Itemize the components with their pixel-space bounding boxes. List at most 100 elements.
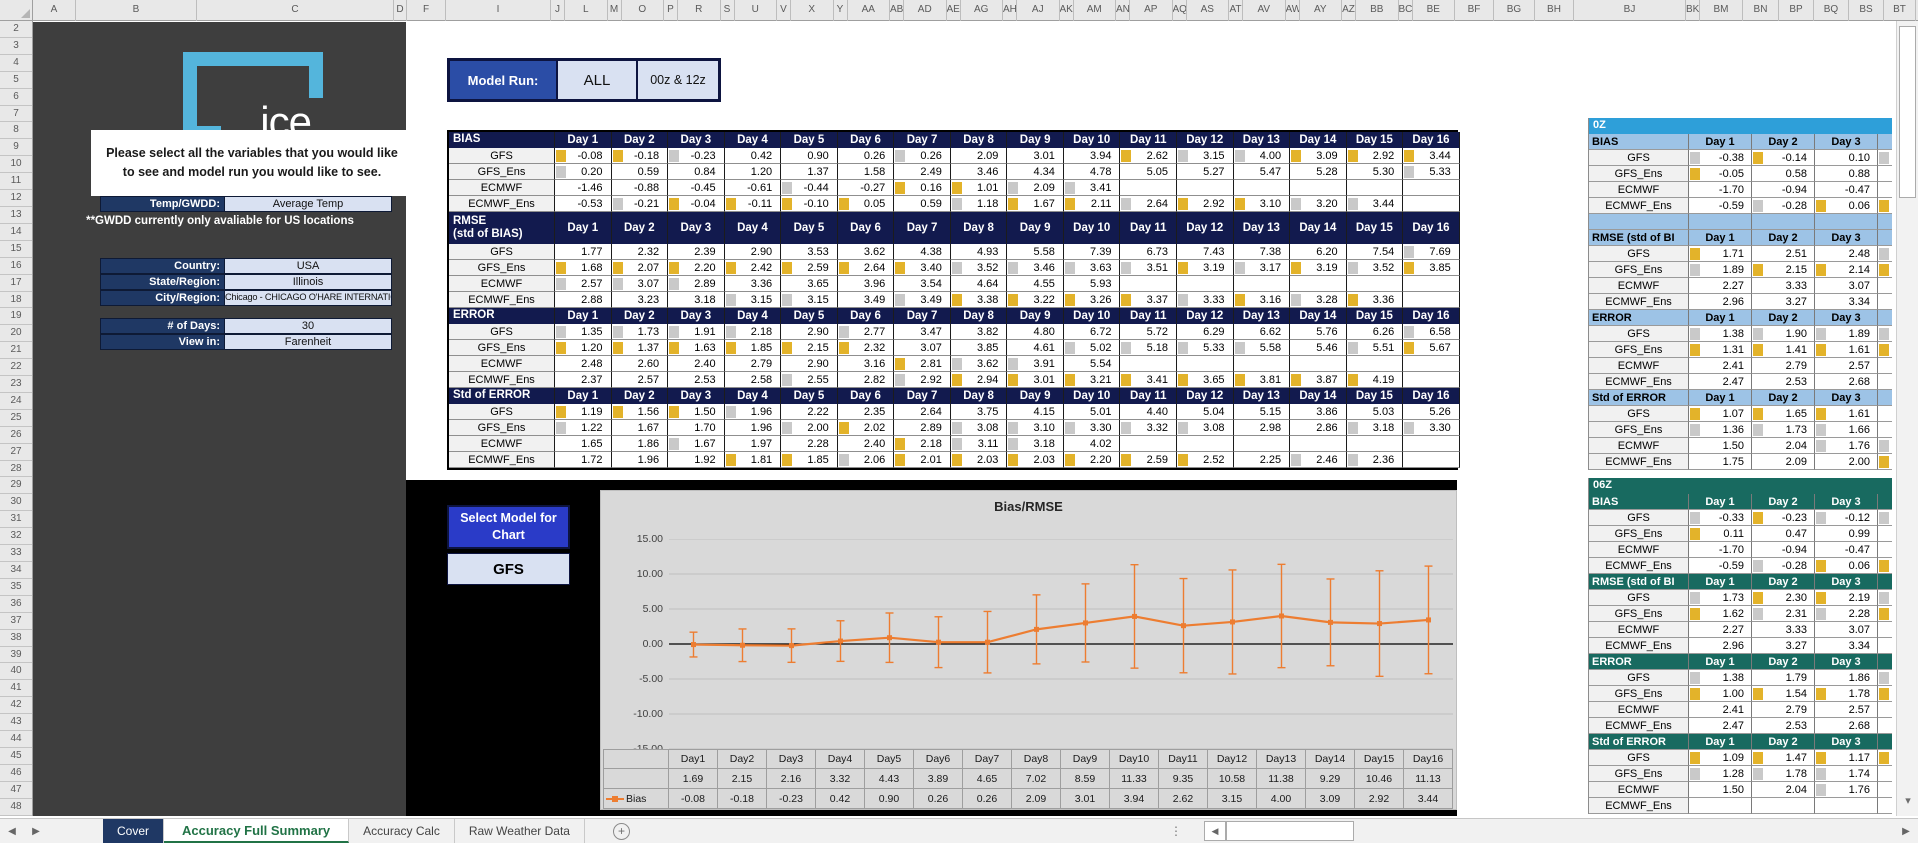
- value-cell[interactable]: 2.40: [837, 436, 895, 452]
- value-cell[interactable]: 4.64: [950, 276, 1008, 292]
- value-cell[interactable]: 2.01: [894, 452, 951, 468]
- row-header-40[interactable]: 40: [0, 663, 32, 681]
- value-cell[interactable]: 5.01: [1063, 404, 1121, 420]
- value-cell[interactable]: 1.86: [1815, 670, 1878, 686]
- value-cell[interactable]: [1177, 436, 1234, 452]
- value-cell[interactable]: 0.99: [1815, 526, 1878, 542]
- value-cell[interactable]: 3.08: [950, 420, 1008, 436]
- value-cell[interactable]: -0.21: [611, 196, 669, 212]
- value-cell[interactable]: 2.68: [1815, 374, 1878, 390]
- value-cell[interactable]: 4.78: [1063, 164, 1121, 180]
- value-cell[interactable]: [1120, 436, 1178, 452]
- scroll-right-icon[interactable]: ▶: [1894, 819, 1918, 843]
- value-cell[interactable]: 3.87: [1290, 372, 1347, 388]
- day-header[interactable]: Day 9: [1007, 132, 1064, 148]
- day-header[interactable]: Day 1: [1689, 134, 1752, 150]
- day-header[interactable]: Day 15: [1346, 388, 1404, 404]
- value-cell[interactable]: 3.15: [1177, 148, 1234, 164]
- column-header-M[interactable]: M: [608, 0, 622, 21]
- row-header-4[interactable]: 4: [0, 55, 32, 72]
- row-header-14[interactable]: 14: [0, 224, 32, 241]
- value-cell[interactable]: 3.22: [1007, 292, 1064, 308]
- value-cell[interactable]: 5.30: [1346, 164, 1404, 180]
- value-cell[interactable]: 2.18: [894, 436, 951, 452]
- row-header-29[interactable]: 29: [0, 477, 32, 495]
- value-cell[interactable]: [1346, 436, 1404, 452]
- day-header[interactable]: Day 1: [555, 132, 612, 148]
- value-cell[interactable]: 2.57: [555, 276, 612, 292]
- value-cell[interactable]: [1878, 750, 1892, 766]
- value-cell[interactable]: 1.85: [724, 340, 782, 356]
- day-header[interactable]: Day 1: [1689, 494, 1752, 510]
- column-header-A[interactable]: A: [33, 0, 76, 21]
- value-cell[interactable]: 3.52: [1346, 260, 1404, 276]
- value-cell[interactable]: 2.46: [1290, 452, 1347, 468]
- value-cell[interactable]: 1.71: [1689, 246, 1752, 262]
- column-header-L[interactable]: L: [565, 0, 608, 21]
- value-cell[interactable]: [1403, 180, 1460, 196]
- value-cell[interactable]: [1878, 558, 1892, 574]
- field-value-dropdown[interactable]: USA: [225, 258, 392, 274]
- day-header[interactable]: Day 4: [1878, 654, 1892, 670]
- value-cell[interactable]: 1.18: [950, 196, 1008, 212]
- row-header-19[interactable]: 19: [0, 308, 32, 326]
- value-cell[interactable]: 3.94: [1063, 148, 1121, 164]
- value-cell[interactable]: 3.62: [950, 356, 1008, 372]
- value-cell[interactable]: 3.36: [1346, 292, 1404, 308]
- day-header[interactable]: Day 10: [1063, 132, 1121, 148]
- value-cell[interactable]: 1.50: [668, 404, 725, 420]
- row-header-24[interactable]: 24: [0, 393, 32, 410]
- value-cell[interactable]: 2.30: [1752, 590, 1815, 606]
- value-cell[interactable]: 3.07: [611, 276, 669, 292]
- row-header-36[interactable]: 36: [0, 596, 32, 613]
- row-header-43[interactable]: 43: [0, 714, 32, 732]
- value-cell[interactable]: 4.00: [1233, 148, 1291, 164]
- value-cell[interactable]: 1.97: [724, 436, 782, 452]
- day-header[interactable]: Day 15: [1346, 212, 1404, 244]
- value-cell[interactable]: 3.11: [950, 436, 1008, 452]
- value-cell[interactable]: 0.06: [1815, 198, 1878, 214]
- value-cell[interactable]: 5.51: [1346, 340, 1404, 356]
- column-header-AP[interactable]: AP: [1130, 0, 1173, 21]
- day-header[interactable]: Day 11: [1120, 132, 1178, 148]
- value-cell[interactable]: -0.18: [611, 148, 669, 164]
- value-cell[interactable]: 2.04: [1752, 782, 1815, 798]
- value-cell[interactable]: 5.26: [1403, 404, 1460, 420]
- day-header[interactable]: Day 8: [950, 132, 1008, 148]
- row-header-44[interactable]: 44: [0, 731, 32, 748]
- column-header-AS[interactable]: AS: [1187, 0, 1229, 21]
- column-header-AQ[interactable]: AQ: [1173, 0, 1187, 21]
- value-cell[interactable]: 2.55: [781, 372, 838, 388]
- column-header-BP[interactable]: BP: [1779, 0, 1814, 21]
- value-cell[interactable]: 0.06: [1815, 558, 1878, 574]
- value-cell[interactable]: -0.04: [668, 196, 725, 212]
- day-header[interactable]: Day 5: [781, 388, 838, 404]
- column-header-AY[interactable]: AY: [1300, 0, 1342, 21]
- field-value-dropdown[interactable]: Farenheit: [225, 334, 392, 350]
- value-cell[interactable]: 1.35: [555, 324, 612, 340]
- value-cell[interactable]: 2.53: [1752, 374, 1815, 390]
- value-cell[interactable]: 1.96: [611, 452, 669, 468]
- column-header-AW[interactable]: AW: [1286, 0, 1300, 21]
- value-cell[interactable]: [1290, 276, 1347, 292]
- day-header[interactable]: Day 10: [1063, 212, 1121, 244]
- value-cell[interactable]: [1346, 356, 1404, 372]
- value-cell[interactable]: [1403, 452, 1460, 468]
- day-header[interactable]: Day 3: [1815, 574, 1878, 590]
- value-cell[interactable]: 3.20: [1290, 196, 1347, 212]
- day-header[interactable]: Day 1: [555, 388, 612, 404]
- value-cell[interactable]: 5.28: [1290, 164, 1347, 180]
- value-cell[interactable]: 1.92: [668, 452, 725, 468]
- row-header-41[interactable]: 41: [0, 680, 32, 698]
- value-cell[interactable]: 7.43: [1177, 244, 1234, 260]
- value-cell[interactable]: 2.15: [781, 340, 838, 356]
- value-cell[interactable]: 3.18: [668, 292, 725, 308]
- value-cell[interactable]: 1.78: [1752, 766, 1815, 782]
- value-cell[interactable]: 2.09: [1752, 454, 1815, 470]
- day-header[interactable]: Day 9: [1007, 308, 1064, 324]
- value-cell[interactable]: 1.61: [1815, 342, 1878, 358]
- column-header-BC[interactable]: BC: [1399, 0, 1413, 21]
- day-header[interactable]: Day 2: [1752, 310, 1815, 326]
- value-cell[interactable]: 3.85: [950, 340, 1008, 356]
- value-cell[interactable]: -0.61: [724, 180, 782, 196]
